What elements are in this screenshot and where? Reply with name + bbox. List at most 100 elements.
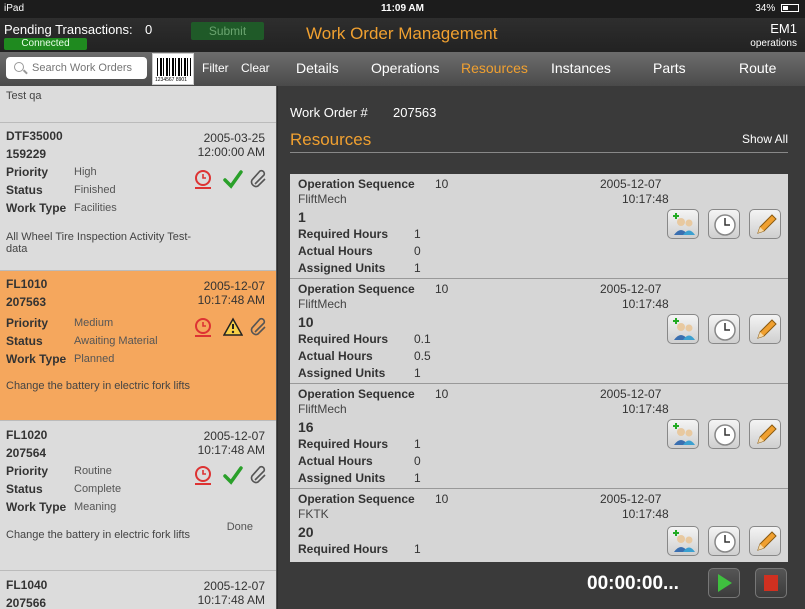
status-label: Status xyxy=(6,482,43,496)
required-hours-label: Required Hours xyxy=(298,542,389,556)
list-item-partial[interactable]: Test qa xyxy=(0,86,276,123)
work-order-code: DTF35000 xyxy=(6,129,63,143)
check-icon xyxy=(223,170,243,189)
clock-time: 11:09 AM xyxy=(381,3,424,14)
work-order-code: FL1020 xyxy=(6,428,48,442)
pending-transactions-count: 0 xyxy=(145,22,153,37)
actual-hours-label: Actual Hours xyxy=(298,244,373,258)
clear-button[interactable]: Clear xyxy=(241,61,270,75)
work-type-value: Planned xyxy=(74,353,115,365)
assign-employee-button[interactable] xyxy=(667,209,699,239)
filter-button[interactable]: Filter xyxy=(202,61,229,75)
work-order-number: 207566 xyxy=(6,596,47,609)
tab-operations[interactable]: Operations xyxy=(371,60,439,76)
work-order-number-value: 207563 xyxy=(393,105,437,120)
connection-status-badge: Connected xyxy=(4,38,87,50)
edit-resource-button[interactable] xyxy=(749,526,781,556)
clock-icon xyxy=(714,214,736,236)
list-item-work-order[interactable]: FL1040 207566 2005-12-07 10:17:48 AM xyxy=(0,571,276,609)
tab-route[interactable]: Route xyxy=(739,60,776,76)
edit-resource-button[interactable] xyxy=(749,419,781,449)
resource-date: 2005-12-07 xyxy=(600,177,662,191)
assigned-units-label: Assigned Units xyxy=(298,471,386,485)
search-box[interactable] xyxy=(6,57,147,79)
edit-resource-button[interactable] xyxy=(749,314,781,344)
resource-row: Operation Sequence 10 2005-12-07 10:17:4… xyxy=(290,489,788,562)
assigned-units-value: 1 xyxy=(414,261,421,275)
resource-date: 2005-12-07 xyxy=(600,282,662,296)
op-seq-label: Operation Sequence xyxy=(298,387,415,401)
status-value: Awaiting Material xyxy=(74,335,158,347)
tab-details[interactable]: Details xyxy=(296,60,339,76)
clock-icon xyxy=(714,319,736,341)
search-icon xyxy=(14,62,24,72)
tab-instances[interactable]: Instances xyxy=(551,60,611,76)
op-seq-label: Operation Sequence xyxy=(298,282,415,296)
battery-percent: 34% xyxy=(755,3,776,14)
edit-resource-button[interactable] xyxy=(749,209,781,239)
resource-name: FKTK xyxy=(298,507,329,521)
user-code: EM1 xyxy=(770,21,797,36)
priority-value: Routine xyxy=(74,465,112,477)
work-type-value: Meaning xyxy=(74,501,117,513)
work-order-icons xyxy=(193,465,271,487)
time-entry-button[interactable] xyxy=(708,419,740,449)
clock-icon xyxy=(714,531,736,553)
tab-parts[interactable]: Parts xyxy=(653,60,686,76)
show-all-button[interactable]: Show All xyxy=(742,132,788,146)
done-label: Done xyxy=(226,521,253,533)
actual-hours-value: 0 xyxy=(414,244,421,258)
pencil-icon xyxy=(757,214,777,234)
op-seq-label: Operation Sequence xyxy=(298,177,415,191)
stop-icon xyxy=(764,575,778,591)
assign-employee-button[interactable] xyxy=(667,419,699,449)
assign-employee-button[interactable] xyxy=(667,314,699,344)
tab-resources[interactable]: Resources xyxy=(461,60,528,76)
work-order-date: 2005-03-25 xyxy=(203,131,265,145)
time-entry-button[interactable] xyxy=(708,314,740,344)
assigned-units-label: Assigned Units xyxy=(298,261,386,275)
time-entry-button[interactable] xyxy=(708,209,740,239)
work-order-description: Change the battery in electric fork lift… xyxy=(6,380,191,392)
list-item-work-order[interactable]: DTF35000 159229 2005-03-25 12:00:00 AM P… xyxy=(0,123,276,271)
priority-label: Priority xyxy=(6,165,49,179)
required-hours-label: Required Hours xyxy=(298,437,389,451)
paperclip-icon[interactable] xyxy=(249,169,269,189)
clock-icon xyxy=(714,424,736,446)
start-timer-button[interactable] xyxy=(708,568,740,598)
resource-row: Operation Sequence 10 2005-12-07 10:17:4… xyxy=(290,384,788,489)
work-order-list: Test qa DTF35000 159229 2005-03-25 12:00… xyxy=(0,86,277,609)
resource-row: Operation Sequence 10 2005-12-07 10:17:4… xyxy=(290,174,788,279)
resource-time: 10:17:48 xyxy=(622,507,669,521)
timer-icon[interactable] xyxy=(193,465,213,485)
timer-icon[interactable] xyxy=(193,169,213,189)
resource-quantity: 10 xyxy=(298,314,314,330)
work-order-description: Change the battery in electric fork lift… xyxy=(6,529,191,541)
submit-button[interactable]: Submit xyxy=(191,22,264,40)
work-type-label: Work Type xyxy=(6,500,67,514)
assign-employee-button[interactable] xyxy=(667,526,699,556)
work-order-code: FL1010 xyxy=(6,277,48,291)
resource-name: FliftMech xyxy=(298,297,347,311)
required-hours-label: Required Hours xyxy=(298,227,389,241)
actual-hours-label: Actual Hours xyxy=(298,349,373,363)
work-order-number: 207564 xyxy=(6,446,47,460)
paperclip-icon[interactable] xyxy=(249,465,269,485)
work-order-date: 2005-12-07 xyxy=(203,579,265,593)
timer-icon[interactable] xyxy=(193,317,213,337)
stop-timer-button[interactable] xyxy=(755,568,787,598)
work-order-description: Test qa xyxy=(6,90,42,102)
barcode-scan-button[interactable]: 1234567 8901 xyxy=(152,53,194,85)
status-label: Status xyxy=(6,334,43,348)
work-order-code: FL1040 xyxy=(6,578,48,592)
list-item-work-order[interactable]: FL1020 207564 2005-12-07 10:17:48 AM Pri… xyxy=(0,421,276,571)
search-input[interactable] xyxy=(32,60,142,76)
time-entry-button[interactable] xyxy=(708,526,740,556)
play-icon xyxy=(718,574,732,592)
required-hours-value: 0.1 xyxy=(414,332,431,346)
paperclip-icon[interactable] xyxy=(249,317,269,337)
work-type-value: Facilities xyxy=(74,202,117,214)
resource-quantity: 1 xyxy=(298,209,306,225)
barcode-icon xyxy=(157,58,191,76)
list-item-work-order-selected[interactable]: FL1010 207563 2005-12-07 10:17:48 AM Pri… xyxy=(0,271,276,421)
